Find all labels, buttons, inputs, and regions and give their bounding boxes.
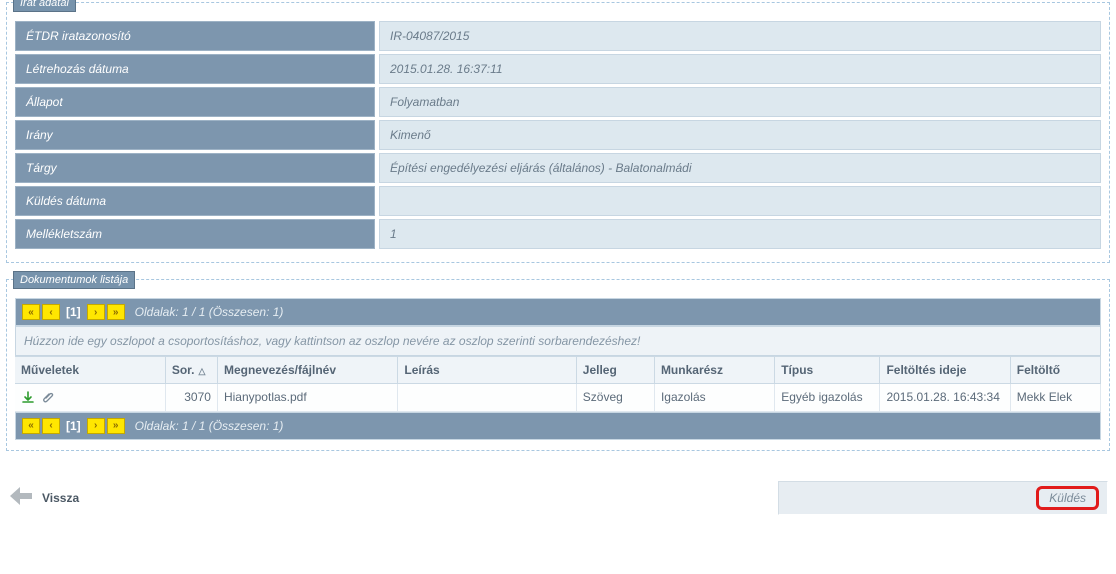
detail-value: Kimenő xyxy=(379,120,1101,150)
cell-desc xyxy=(398,384,576,412)
col-sor-label: Sor. xyxy=(172,363,195,377)
pager-top: « ‹ [1] › » Oldalak: 1 / 1 (Összesen: 1) xyxy=(15,298,1101,326)
panel-irat-adatai: Irat adatai ÉTDR iratazonosító IR-04087/… xyxy=(6,2,1110,263)
detail-label: ÉTDR iratazonosító xyxy=(15,21,375,51)
detail-row: Küldés dátuma xyxy=(15,186,1101,216)
detail-value: IR-04087/2015 xyxy=(379,21,1101,51)
col-muveletek[interactable]: Műveletek xyxy=(15,357,165,384)
detail-label: Küldés dátuma xyxy=(15,186,375,216)
detail-label: Irány xyxy=(15,120,375,150)
col-feltoltes-ideje[interactable]: Feltöltés ideje xyxy=(880,357,1010,384)
cell-tipus: Egyéb igazolás xyxy=(775,384,880,412)
panel-dokumentumok: Dokumentumok listája « ‹ [1] › » Oldalak… xyxy=(6,279,1110,451)
pager-last-button[interactable]: » xyxy=(107,418,125,434)
col-sor[interactable]: Sor. △ xyxy=(165,357,217,384)
pager-first-button[interactable]: « xyxy=(22,418,40,434)
col-megnevezes[interactable]: Megnevezés/fájlnév xyxy=(217,357,397,384)
detail-label: Mellékletszám xyxy=(15,219,375,249)
cell-time: 2015.01.28. 16:43:34 xyxy=(880,384,1010,412)
group-hint[interactable]: Húzzon ide egy oszlopot a csoportosításh… xyxy=(15,326,1101,356)
table-header-row: Műveletek Sor. △ Megnevezés/fájlnév Leírá… xyxy=(15,357,1101,384)
pager-last-button[interactable]: » xyxy=(107,304,125,320)
col-leiras[interactable]: Leírás xyxy=(398,357,576,384)
footer: Vissza Küldés xyxy=(0,467,1116,521)
cell-user: Mekk Elek xyxy=(1010,384,1100,412)
back-arrow-icon xyxy=(8,485,36,510)
table-row: 3070 Hianypotlas.pdf Szöveg Igazolás Egy… xyxy=(15,384,1101,412)
cell-jelleg: Szöveg xyxy=(576,384,654,412)
detail-label: Létrehozás dátuma xyxy=(15,54,375,84)
detail-value: 2015.01.28. 16:37:11 xyxy=(379,54,1101,84)
pager-info: Oldalak: 1 / 1 (Összesen: 1) xyxy=(135,305,284,319)
pager-bottom: « ‹ [1] › » Oldalak: 1 / 1 (Összesen: 1) xyxy=(15,412,1101,440)
pager-next-button[interactable]: › xyxy=(87,304,105,320)
detail-row: Mellékletszám 1 xyxy=(15,219,1101,249)
documents-table: Műveletek Sor. △ Megnevezés/fájlnév Leírá… xyxy=(15,356,1101,412)
pager-info: Oldalak: 1 / 1 (Összesen: 1) xyxy=(135,419,284,433)
paperclip-icon[interactable] xyxy=(42,391,56,405)
pager-current-page: [1] xyxy=(66,419,81,433)
sort-asc-icon: △ xyxy=(199,366,206,376)
detail-row: Tárgy Építési engedélyezési eljárás (ált… xyxy=(15,153,1101,183)
pager-prev-button[interactable]: ‹ xyxy=(42,304,60,320)
pager-current-page: [1] xyxy=(66,305,81,319)
col-jelleg[interactable]: Jelleg xyxy=(576,357,654,384)
detail-row: Irány Kimenő xyxy=(15,120,1101,150)
cell-actions xyxy=(15,384,165,412)
col-feltolto[interactable]: Feltöltő xyxy=(1010,357,1100,384)
detail-label: Állapot xyxy=(15,87,375,117)
col-munkaresz[interactable]: Munkarész xyxy=(654,357,774,384)
download-icon[interactable] xyxy=(21,391,35,405)
send-panel: Küldés xyxy=(778,481,1108,515)
detail-value xyxy=(379,186,1101,216)
detail-label: Tárgy xyxy=(15,153,375,183)
cell-name: Hianypotlas.pdf xyxy=(217,384,397,412)
detail-value: 1 xyxy=(379,219,1101,249)
cell-sor: 3070 xyxy=(165,384,217,412)
col-tipus[interactable]: Típus xyxy=(775,357,880,384)
panel-dokumentumok-legend: Dokumentumok listája xyxy=(13,271,135,289)
send-button[interactable]: Küldés xyxy=(1036,486,1099,510)
back-button[interactable]: Vissza xyxy=(8,485,79,510)
back-label: Vissza xyxy=(42,491,79,505)
panel-irat-adatai-legend: Irat adatai xyxy=(13,0,76,12)
detail-row: Létrehozás dátuma 2015.01.28. 16:37:11 xyxy=(15,54,1101,84)
pager-next-button[interactable]: › xyxy=(87,418,105,434)
detail-row: Állapot Folyamatban xyxy=(15,87,1101,117)
detail-value: Folyamatban xyxy=(379,87,1101,117)
pager-prev-button[interactable]: ‹ xyxy=(42,418,60,434)
detail-value: Építési engedélyezési eljárás (általános… xyxy=(379,153,1101,183)
cell-munka: Igazolás xyxy=(654,384,774,412)
pager-first-button[interactable]: « xyxy=(22,304,40,320)
detail-row: ÉTDR iratazonosító IR-04087/2015 xyxy=(15,21,1101,51)
